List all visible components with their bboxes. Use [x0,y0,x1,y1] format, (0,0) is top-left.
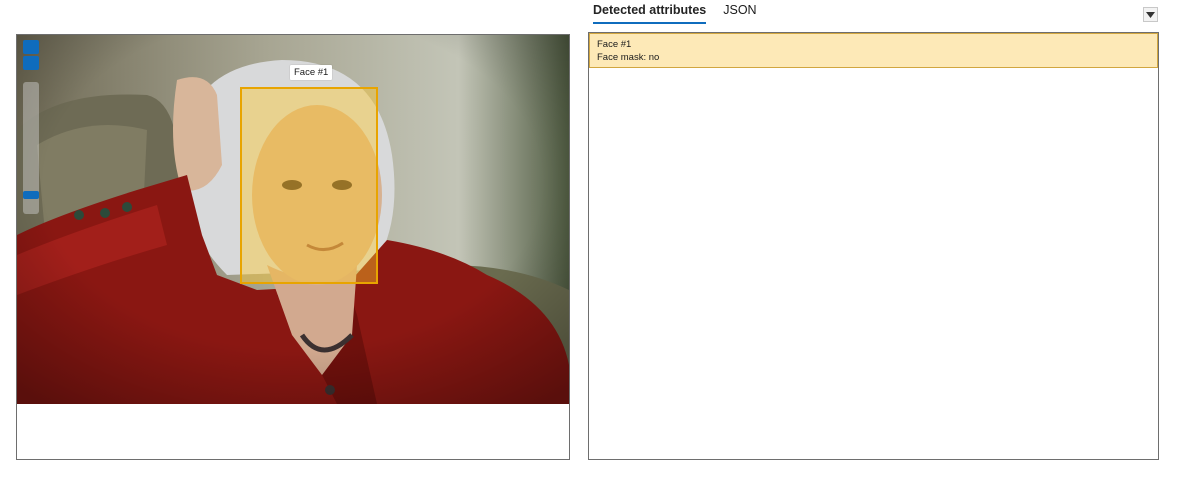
zoom-slider[interactable] [23,82,39,214]
result-tabs: Detected attributes JSON [593,2,774,24]
tab-json[interactable]: JSON [723,2,756,24]
zoom-control[interactable] [23,40,39,214]
face-tag-label: Face #1 [290,65,333,80]
chevron-down-icon [1146,11,1155,18]
tab-detected-attributes[interactable]: Detected attributes [593,2,707,24]
zoom-slider-thumb[interactable] [23,191,39,200]
result-item-face-1[interactable]: Face #1 Face mask: no [589,33,1158,68]
face-bounding-box[interactable] [240,87,378,284]
image-viewer: Face #1 [16,34,570,460]
result-title: Face #1 [597,39,632,50]
result-attribute: Face mask: no [597,52,660,63]
options-dropdown-button[interactable] [1143,7,1158,22]
zoom-in-button[interactable] [23,40,39,54]
zoom-out-button[interactable] [23,56,39,70]
results-panel: Face #1 Face mask: no [588,32,1159,460]
